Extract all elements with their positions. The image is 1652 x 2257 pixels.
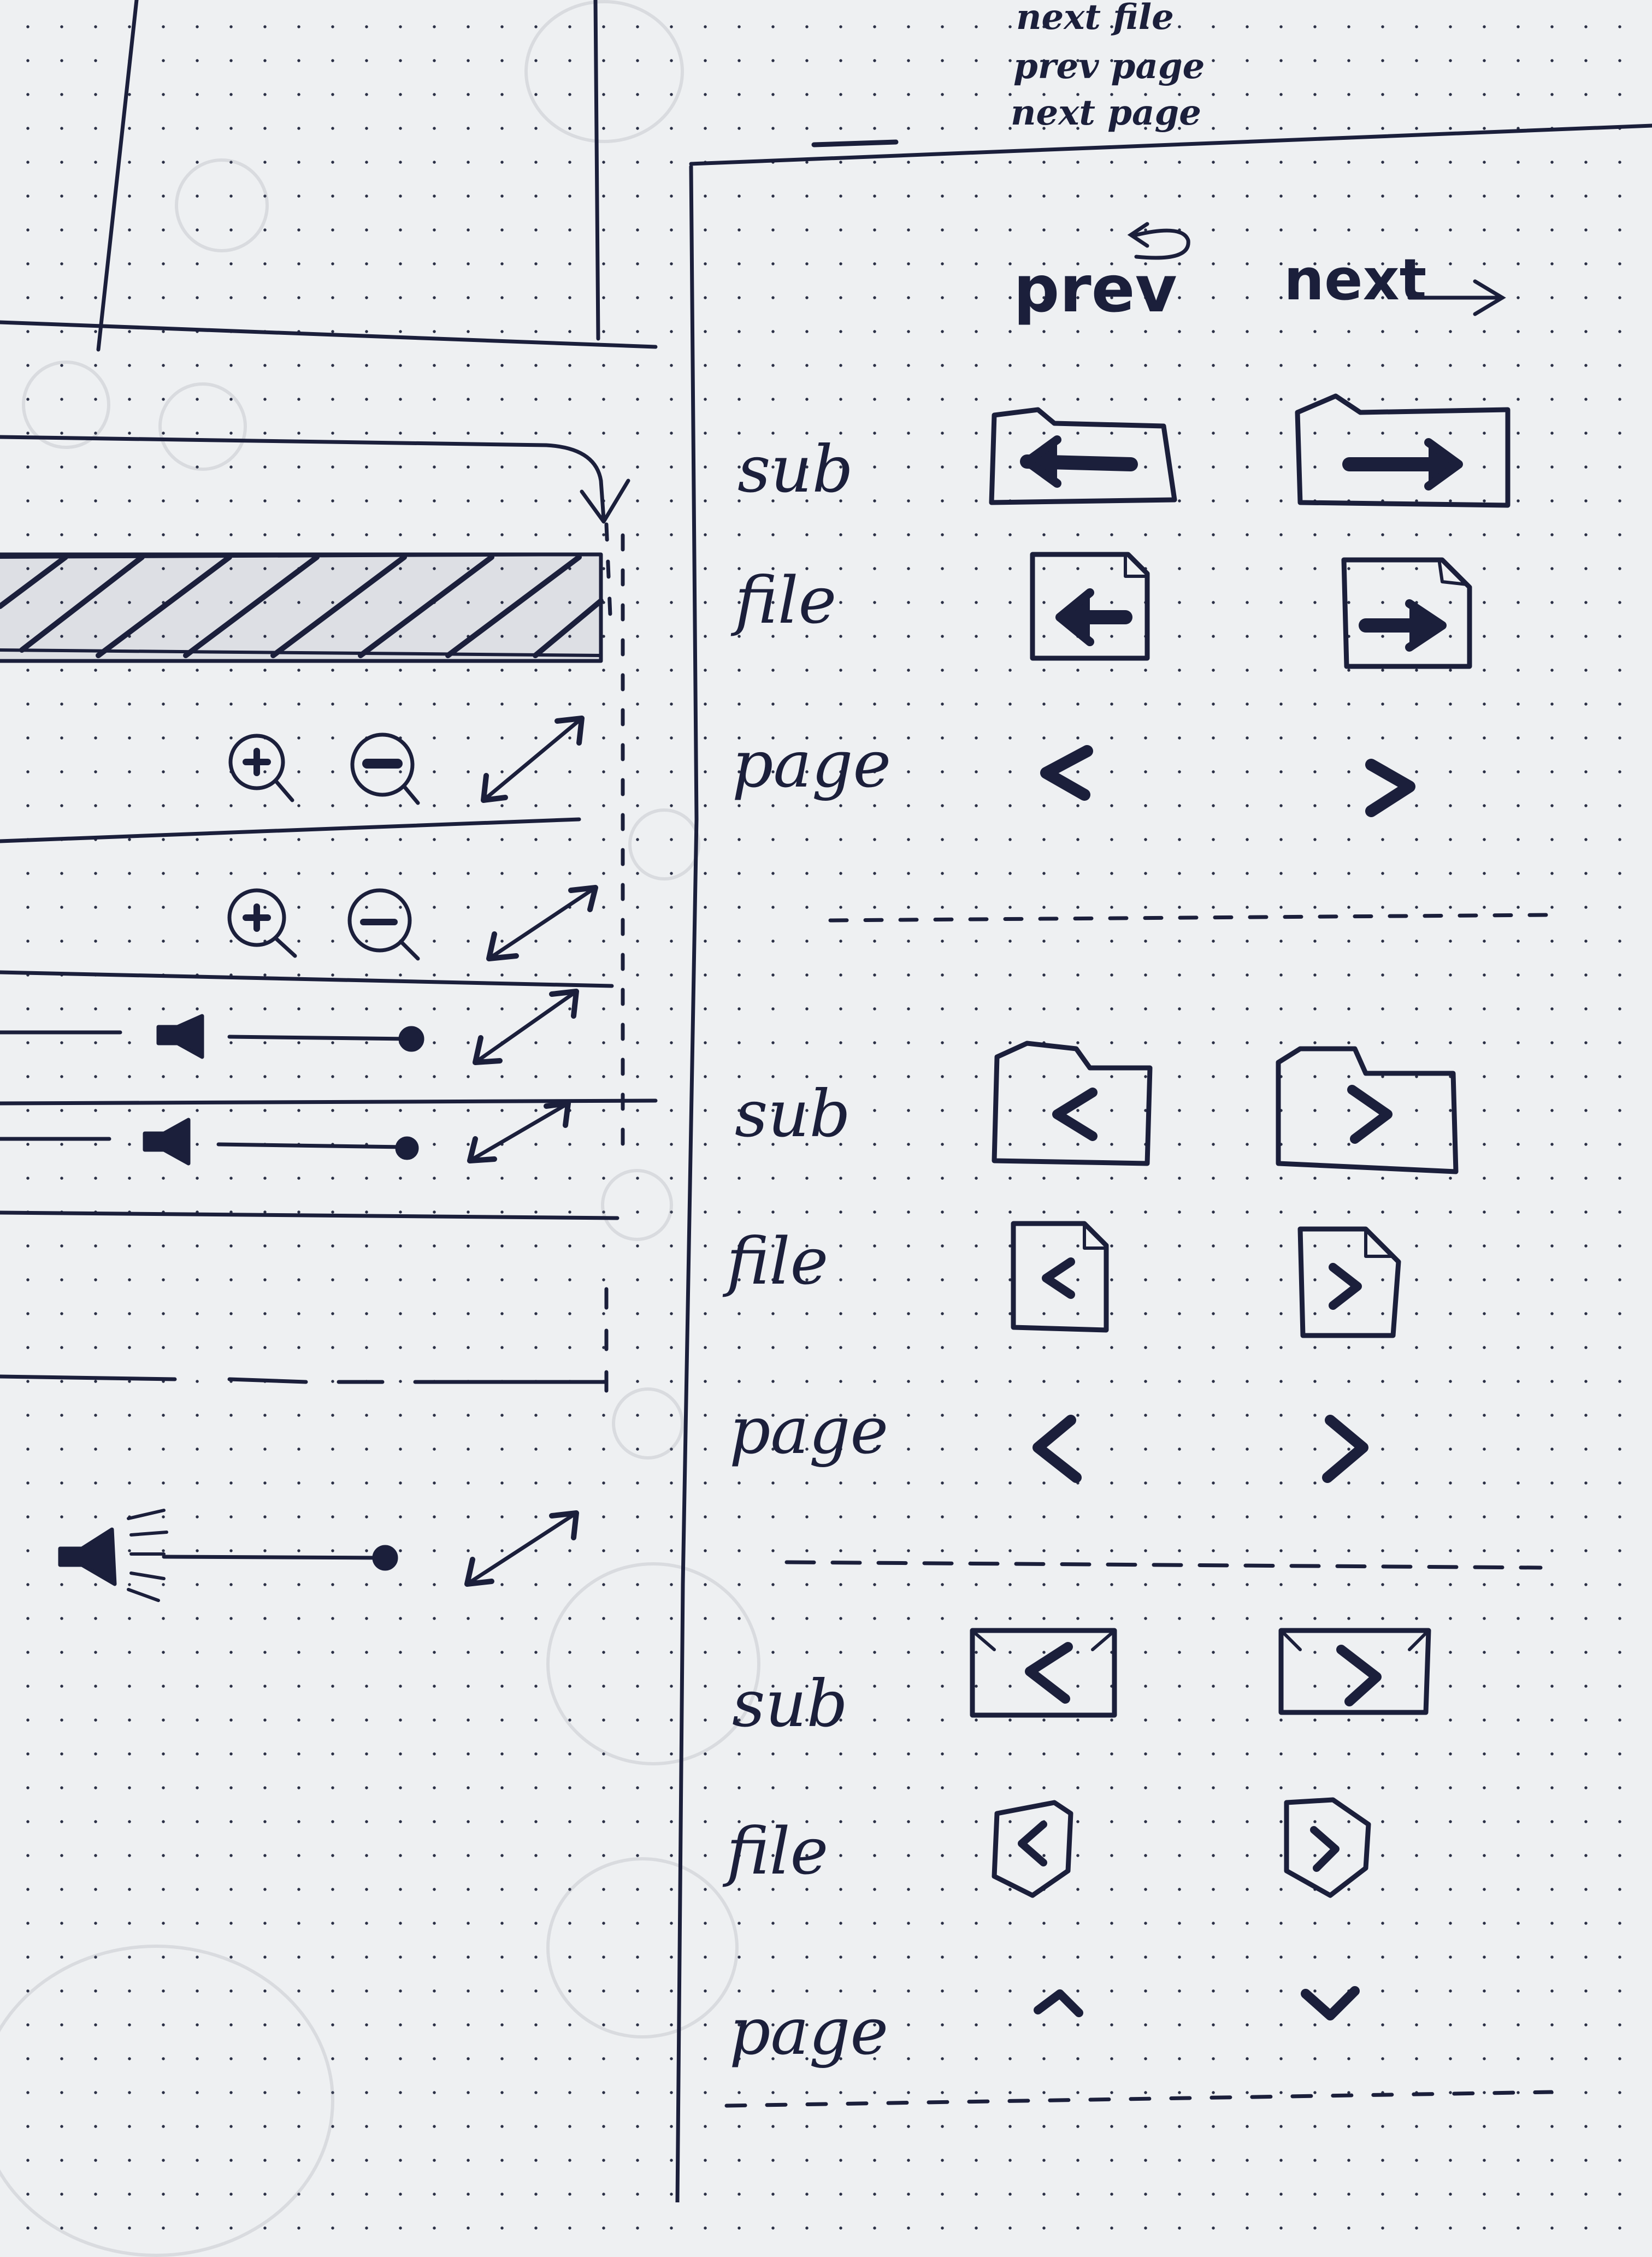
chevron-down-icon[interactable] [1301, 1986, 1360, 2020]
chevron-up-icon[interactable] [1034, 1989, 1083, 2017]
tag-chevron-right-icon[interactable] [1284, 1797, 1371, 1898]
folder-right-arrow-icon[interactable] [1295, 393, 1511, 508]
chevron-left-icon[interactable] [1032, 1415, 1082, 1483]
file-chevron-left-icon[interactable] [1011, 1221, 1109, 1333]
folder-chevron-right-icon[interactable] [1276, 1046, 1459, 1174]
chevron-right-icon[interactable] [1365, 759, 1415, 817]
folder-chevron-left-icon[interactable] [992, 1041, 1153, 1166]
icon-grid [970, 393, 1511, 2020]
envelope-chevron-left-icon[interactable] [970, 1628, 1117, 1718]
chevron-left-icon[interactable] [1040, 745, 1093, 801]
file-left-arrow-icon[interactable] [1030, 552, 1150, 661]
tag-chevron-left-icon[interactable] [992, 1800, 1073, 1898]
file-chevron-right-icon[interactable] [1297, 1226, 1401, 1338]
chevron-right-icon[interactable] [1322, 1415, 1368, 1483]
file-right-arrow-icon[interactable] [1341, 557, 1472, 669]
envelope-chevron-right-icon[interactable] [1278, 1628, 1431, 1715]
folder-left-arrow-icon[interactable] [989, 407, 1177, 505]
